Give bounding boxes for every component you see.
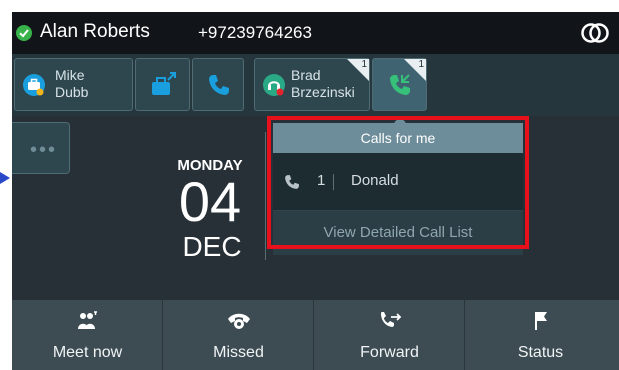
favorite-contact-mike[interactable]: Mike Dubb [14, 58, 133, 111]
favorite-first-name: Brad [291, 67, 321, 83]
flag-icon [534, 312, 547, 330]
incoming-calls-key[interactable]: 1 [372, 58, 427, 111]
briefcase-transfer-button[interactable] [135, 58, 190, 111]
badge-count: 1 [418, 59, 424, 70]
favorite-contact-brad[interactable]: Brad Brzezinski 1 [254, 58, 370, 111]
favorite-last-name: Dubb [55, 84, 89, 100]
favorites-bar: Mike Dubb Brad Brzezinski 1 1 [12, 54, 619, 116]
status-button[interactable]: Status [465, 300, 619, 370]
date-month: DEC [182, 231, 242, 262]
linked-rings-icon[interactable] [579, 21, 611, 45]
missed-button[interactable]: Missed [163, 300, 314, 370]
softkey-bar: Meet now Missed Forward Status [12, 300, 619, 370]
pointer-arrow-icon [0, 172, 10, 184]
presence-available-icon [16, 25, 32, 41]
more-dots-icon: ••• [30, 139, 58, 161]
missed-call-icon [227, 313, 250, 329]
softkey-label: Missed [213, 344, 264, 361]
phone-number: +97239764263 [198, 23, 312, 42]
left-gutter [0, 0, 12, 370]
status-bar: Alan Roberts +97239764263 [12, 12, 619, 54]
more-menu-button[interactable]: ••• [12, 122, 70, 174]
user-name: Alan Roberts [40, 21, 150, 42]
softkey-label: Status [517, 344, 564, 361]
favorite-last-name: Brzezinski [291, 84, 355, 100]
phone-screen: Alan Roberts +97239764263 Mike Dubb Brad… [12, 12, 619, 370]
favorite-first-name: Mike [55, 67, 85, 83]
meet-icon [77, 311, 97, 329]
contact-away-icon [23, 74, 45, 96]
call-key-button[interactable] [192, 58, 244, 111]
forward-button[interactable]: Forward [314, 300, 465, 370]
date-day-number: 04 [178, 170, 242, 233]
date-divider [265, 132, 266, 260]
softkey-label: Meet now [52, 344, 123, 361]
contact-busy-icon [263, 74, 285, 96]
highlight-box [267, 116, 529, 249]
meet-now-button[interactable]: Meet now [12, 300, 163, 370]
briefcase-icon [152, 72, 176, 95]
phone-handset-icon [209, 75, 229, 95]
forward-call-icon [380, 312, 401, 327]
badge-count: 1 [361, 59, 367, 70]
softkey-label: Forward [360, 344, 419, 361]
